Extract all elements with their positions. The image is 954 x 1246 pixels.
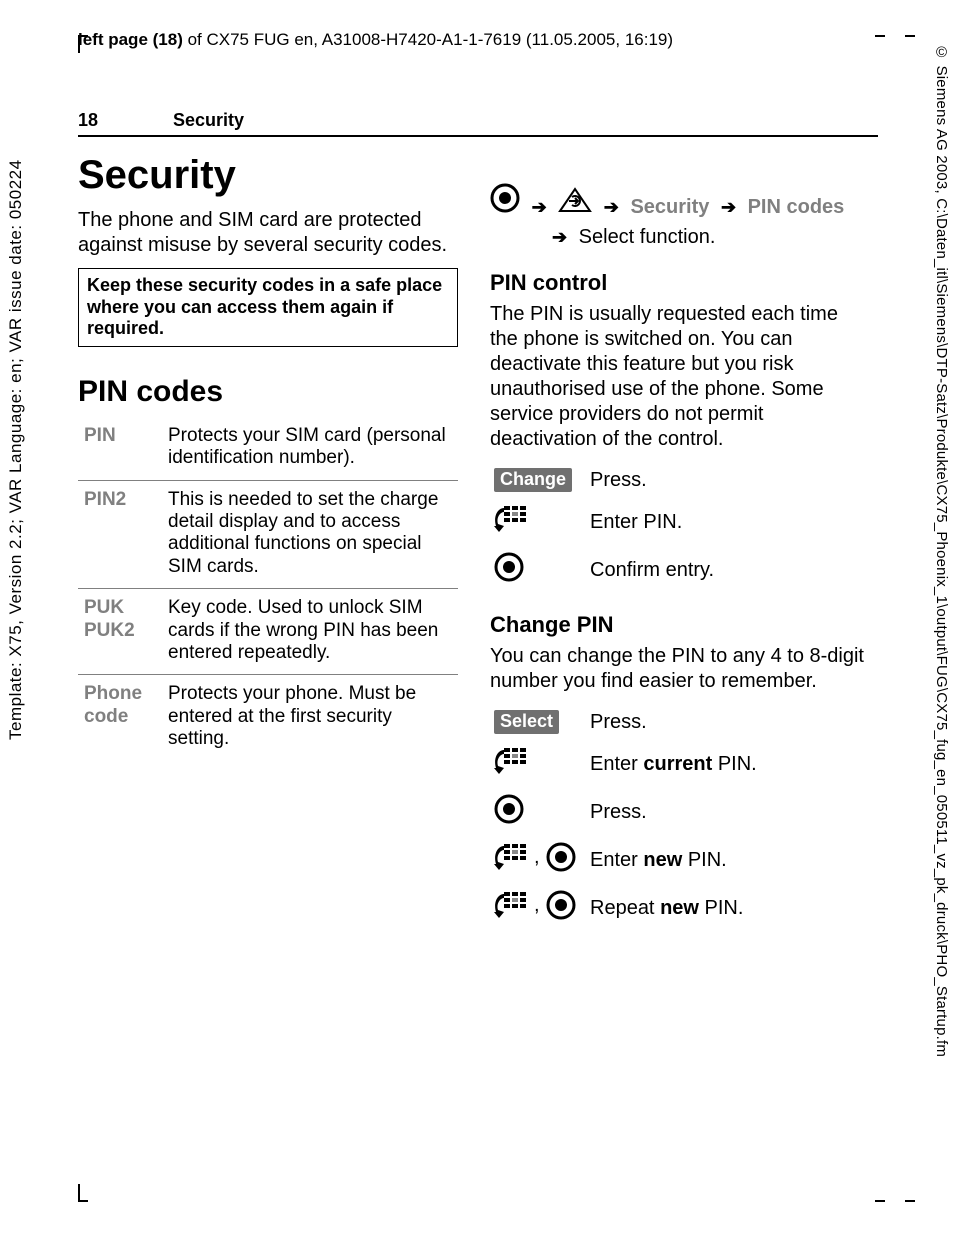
center-key-icon: [494, 794, 524, 824]
heading-pin-codes: PIN codes: [78, 375, 458, 409]
heading-security: Security: [78, 153, 458, 198]
arrow-icon: ➔: [552, 224, 567, 251]
note-box: Keep these security codes in a safe plac…: [78, 268, 458, 347]
intro-paragraph: The phone and SIM card are protected aga…: [78, 208, 458, 258]
arrow-icon: ➔: [532, 194, 547, 221]
step-text: Press.: [586, 462, 870, 498]
page-number: 18: [78, 110, 168, 131]
step-text: Enter current PIN.: [586, 740, 870, 788]
softkey-select: Select: [494, 710, 559, 734]
step-text: Press.: [586, 704, 870, 740]
keypad-icon: [494, 890, 528, 920]
pin-control-steps: Change Press. Enter PIN.: [490, 462, 870, 594]
def-value: Protects your phone. Must be entered at …: [162, 675, 458, 761]
pin-control-paragraph: The PIN is usually requested each time t…: [490, 302, 870, 452]
heading-pin-control: PIN control: [490, 270, 870, 296]
keypad-icon: [494, 842, 528, 872]
def-value: Key code. Used to unlock SIM cards if th…: [162, 589, 458, 675]
settings-menu-icon: [558, 187, 592, 213]
def-value: This is needed to set the charge detail …: [162, 480, 458, 589]
right-column: ➔ ➔ Security ➔ PIN codes ➔ Select functi…: [490, 147, 870, 932]
pin-definitions-table: PIN Protects your SIM card (personal ide…: [78, 417, 458, 761]
keypad-icon: [494, 746, 528, 776]
table-row: PIN2 This is needed to set the charge de…: [78, 480, 458, 589]
comma: ,: [534, 846, 540, 869]
def-key: Phone code: [78, 675, 162, 761]
center-key-icon: [494, 552, 524, 582]
step-text: Enter PIN.: [586, 498, 870, 546]
def-key: PIN: [78, 417, 162, 480]
section-title: Security: [173, 110, 244, 130]
softkey-change: Change: [494, 468, 572, 492]
change-pin-steps: Select Press. Enter curren: [490, 704, 870, 932]
nav-pin-codes: PIN codes: [748, 196, 845, 218]
def-key: PUK PUK2: [78, 589, 162, 675]
left-margin-note: Template: X75, Version 2.2; VAR Language…: [6, 60, 30, 740]
crop-mark: [905, 35, 915, 37]
comma: ,: [534, 894, 540, 917]
table-row: Phone code Protects your phone. Must be …: [78, 675, 458, 761]
running-head: 18 Security: [78, 110, 878, 137]
center-key-icon: [546, 842, 576, 872]
center-key-icon: [546, 890, 576, 920]
crop-mark: [905, 1200, 915, 1202]
step-text: Enter new PIN.: [586, 836, 870, 884]
def-value: Protects your SIM card (personal identif…: [162, 417, 458, 480]
heading-change-pin: Change PIN: [490, 612, 870, 638]
step-text: Confirm entry.: [586, 546, 870, 594]
menu-path: ➔ ➔ Security ➔ PIN codes ➔ Select functi…: [490, 183, 870, 252]
change-pin-paragraph: You can change the PIN to any 4 to 8-dig…: [490, 644, 870, 694]
keypad-icon: [494, 504, 528, 534]
table-row: PUK PUK2 Key code. Used to unlock SIM ca…: [78, 589, 458, 675]
top-meta-rest: of CX75 FUG en, A31008-H7420-A1-1-7619 (…: [183, 30, 673, 49]
right-margin-note: © Siemens AG 2003, C:\Daten_itl\Siemens\…: [933, 44, 950, 1224]
arrow-icon: ➔: [721, 194, 736, 221]
left-column: Security The phone and SIM card are prot…: [78, 147, 458, 932]
table-row: PIN Protects your SIM card (personal ide…: [78, 417, 458, 480]
page: left page (18) of CX75 FUG en, A31008-H7…: [78, 30, 878, 1210]
def-key: PIN2: [78, 480, 162, 589]
center-key-icon: [490, 183, 520, 213]
step-text: Press.: [586, 788, 870, 836]
arrow-icon: ➔: [604, 194, 619, 221]
step-text: Repeat new PIN.: [586, 884, 870, 932]
nav-security: Security: [630, 196, 709, 218]
top-meta-line: left page (18) of CX75 FUG en, A31008-H7…: [78, 30, 878, 50]
top-meta-bold: left page (18): [78, 30, 183, 49]
nav-tail: Select function.: [579, 226, 716, 248]
